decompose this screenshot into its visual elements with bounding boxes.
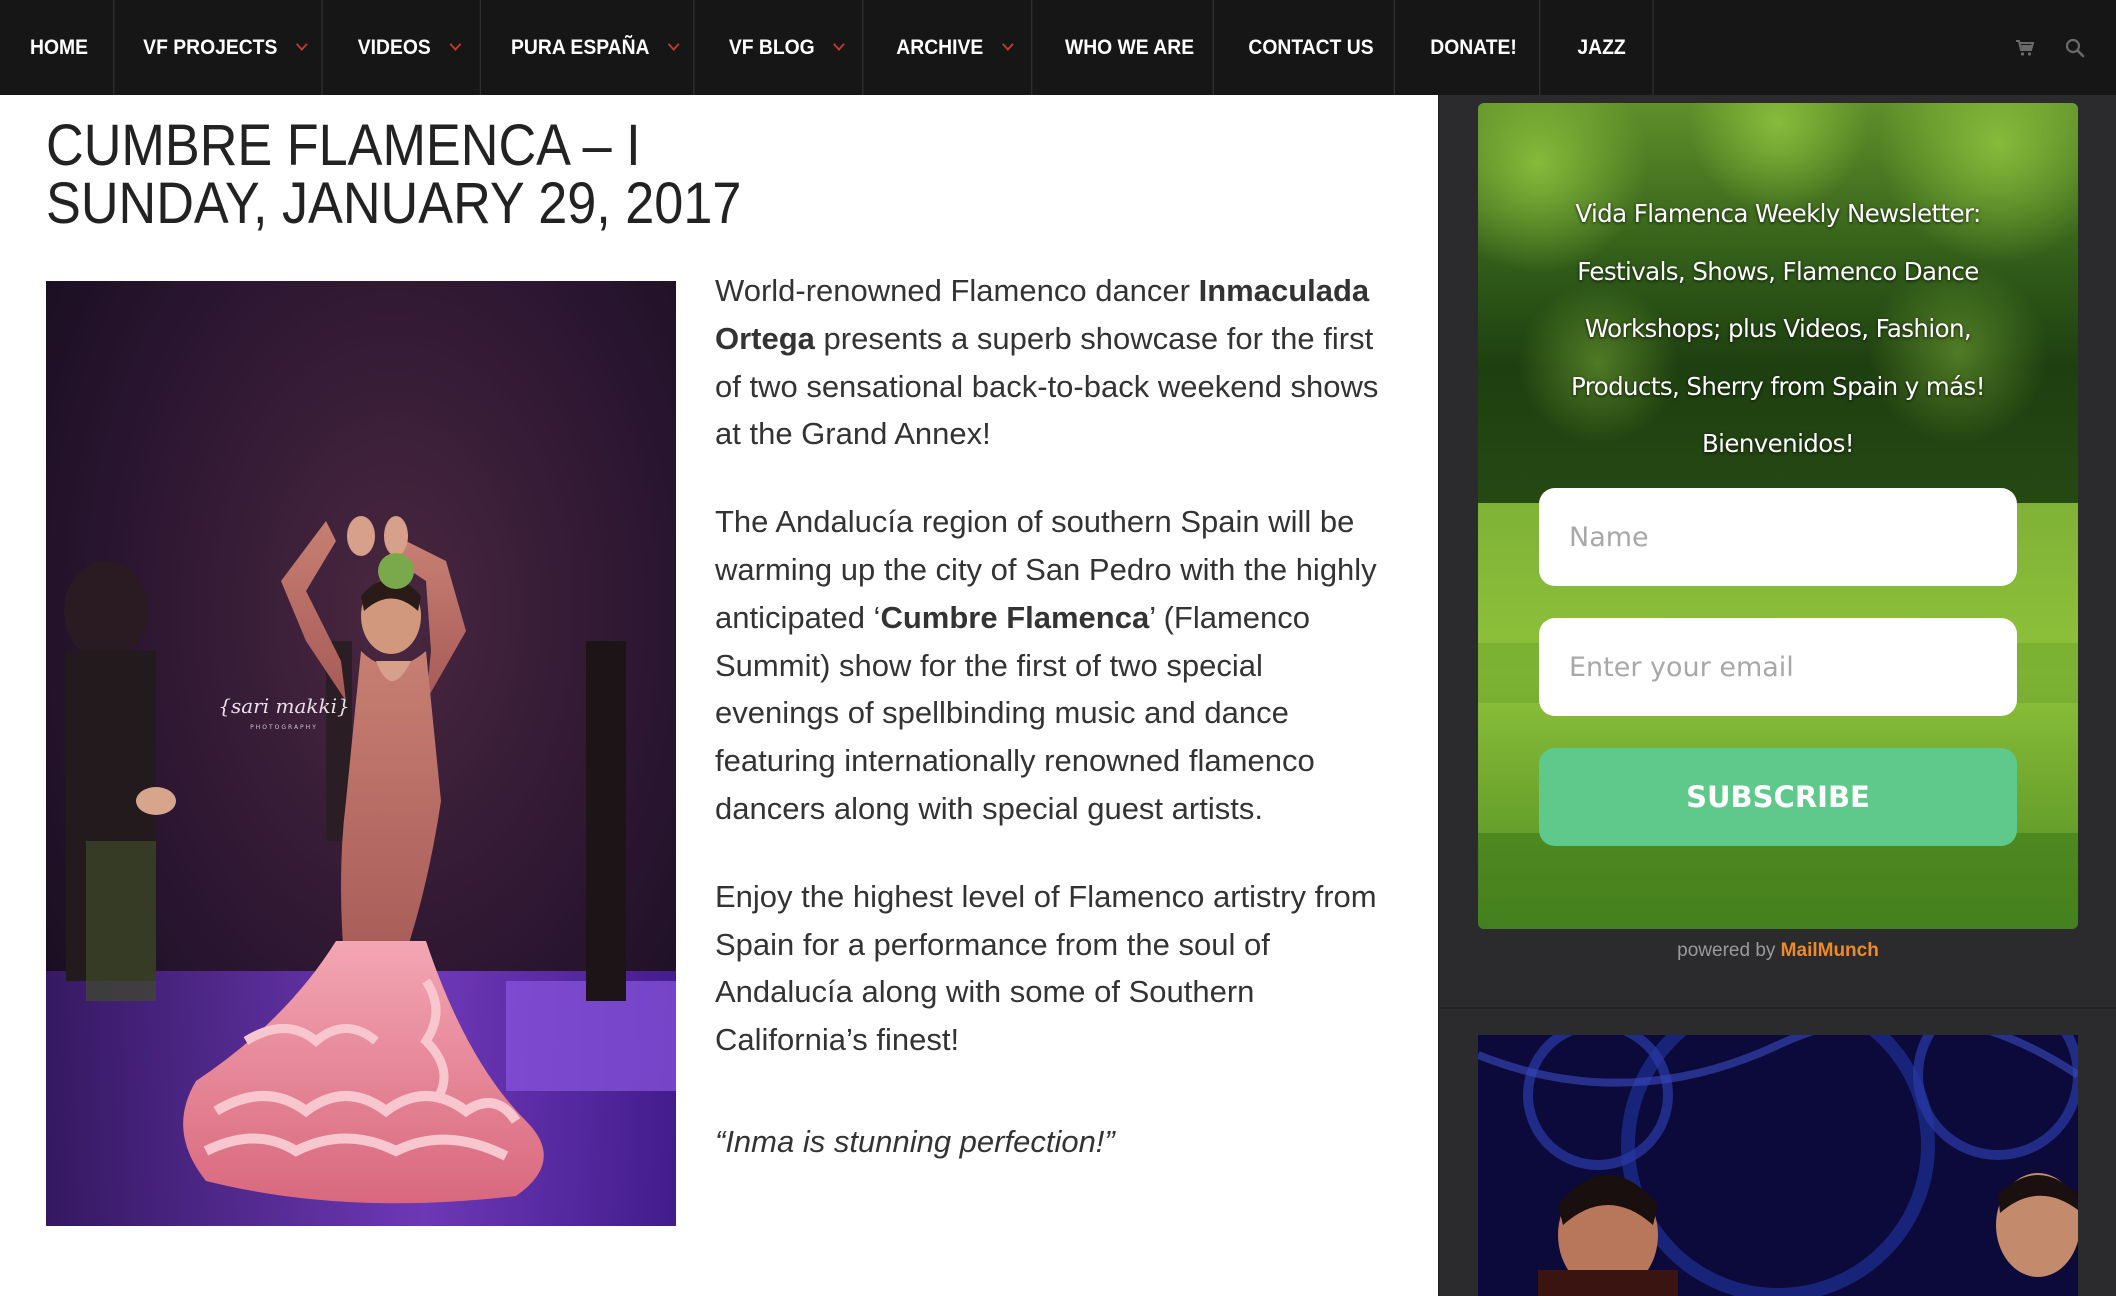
chevron-down-icon (449, 38, 462, 51)
nav-label: DONATE! (1430, 35, 1517, 59)
chevron-down-icon (833, 38, 845, 51)
newsletter-line-5: Bienvenidos! (1701, 429, 1855, 458)
nav-label: VIDEOS (357, 35, 431, 59)
nav-item-pura-espana[interactable]: PURA ESPAÑA (496, 0, 695, 95)
main-navigation: HOME VF PROJECTS VIDEOS PURA ESPAÑA VF B… (0, 0, 2116, 95)
photo-watermark-sub: PHOTOGRAPHY (250, 724, 318, 731)
nav-label: PURA ESPAÑA (511, 35, 650, 59)
email-input[interactable] (1539, 618, 2017, 716)
article-paragraph-3: Enjoy the highest level of Flamenco arti… (715, 878, 1377, 1058)
nav-item-jazz[interactable]: JAZZ (1550, 0, 1654, 95)
newsletter-signup-widget: Vida Flamenca Weekly Newsletter: Festiva… (1478, 103, 2078, 929)
article-paragraph-1: World-renowned Flamenco dancer Inmaculad… (715, 267, 1395, 458)
article-body: World-renowned Flamenco dancer Inmaculad… (715, 267, 1395, 1206)
chevron-down-icon (295, 38, 308, 51)
nav-label: WHO WE ARE (1064, 35, 1195, 59)
nav-item-videos[interactable]: VIDEOS (337, 0, 481, 95)
nav-item-who-we-are[interactable]: WHO WE ARE (1046, 0, 1214, 95)
page-title-line-1: CUMBRE FLAMENCA – I (46, 113, 641, 178)
nav-utility-icons (2000, 0, 2116, 95)
page-title: CUMBRE FLAMENCA – I SUNDAY, JANUARY 29, … (46, 117, 741, 233)
nav-item-home[interactable]: HOME (5, 0, 115, 95)
nav-label: VF PROJECTS (143, 35, 278, 59)
page-title-line-2: SUNDAY, JANUARY 29, 2017 (46, 171, 742, 236)
photo-watermark: {sari makki} (218, 694, 349, 718)
chevron-down-icon (668, 38, 680, 51)
show-name: Cumbre Flamenca (880, 599, 1150, 635)
nav-item-archive[interactable]: ARCHIVE (877, 0, 1033, 95)
article-paragraph-2: The Andalucía region of southern Spain w… (715, 498, 1395, 833)
newsletter-heading: Vida Flamenca Weekly Newsletter: Festiva… (1478, 185, 2078, 473)
subscribe-button[interactable]: SUBSCRIBE (1539, 748, 2017, 846)
nav-label: CONTACT US (1248, 35, 1374, 59)
chevron-down-icon (1001, 38, 1014, 51)
newsletter-line-3: Workshops; plus Videos, Fashion, (1584, 314, 1972, 343)
nav-item-contact-us[interactable]: CONTACT US (1228, 0, 1395, 95)
sidebar-divider (1438, 1007, 2116, 1009)
newsletter-line-2: Festivals, Shows, Flamenco Dance (1577, 256, 1979, 286)
article-quote: “Inma is stunning perfection!” (715, 1123, 1115, 1159)
p1-text-a: World-renowned Flamenco dancer (715, 273, 1199, 308)
sidebar: Vida Flamenca Weekly Newsletter: Festiva… (1438, 95, 2116, 1296)
name-input[interactable] (1539, 488, 2017, 586)
powered-by-mailmunch: powered by MailMunch (1478, 940, 2078, 962)
nav-label: ARCHIVE (896, 35, 984, 59)
main-content: CUMBRE FLAMENCA – I SUNDAY, JANUARY 29, … (0, 95, 1438, 1296)
sidebar-gutter (1438, 95, 1479, 1296)
nav-label: VF BLOG (728, 35, 815, 59)
newsletter-line-1: Vida Flamenca Weekly Newsletter: (1575, 199, 1981, 228)
nav-label: HOME (30, 35, 89, 59)
nav-item-vf-blog[interactable]: VF BLOG (710, 0, 864, 95)
flamenco-dancer-photo: {sari makki} PHOTOGRAPHY (46, 281, 676, 1226)
cart-icon[interactable] (2000, 0, 2050, 95)
search-icon[interactable] (2050, 0, 2100, 95)
nav-item-donate[interactable]: DONATE! (1408, 0, 1541, 95)
nav-label: JAZZ (1577, 35, 1626, 59)
p1-text-c: presents a superb showcase for the first… (715, 320, 1379, 452)
nav-item-vf-projects[interactable]: VF PROJECTS (127, 0, 323, 95)
sidebar-performers-photo (1478, 1035, 2078, 1296)
powered-by-text: powered by (1677, 940, 1781, 961)
newsletter-line-4: Products, Sherry from Spain y más! (1571, 371, 1986, 401)
mailmunch-link[interactable]: MailMunch (1781, 940, 1879, 961)
